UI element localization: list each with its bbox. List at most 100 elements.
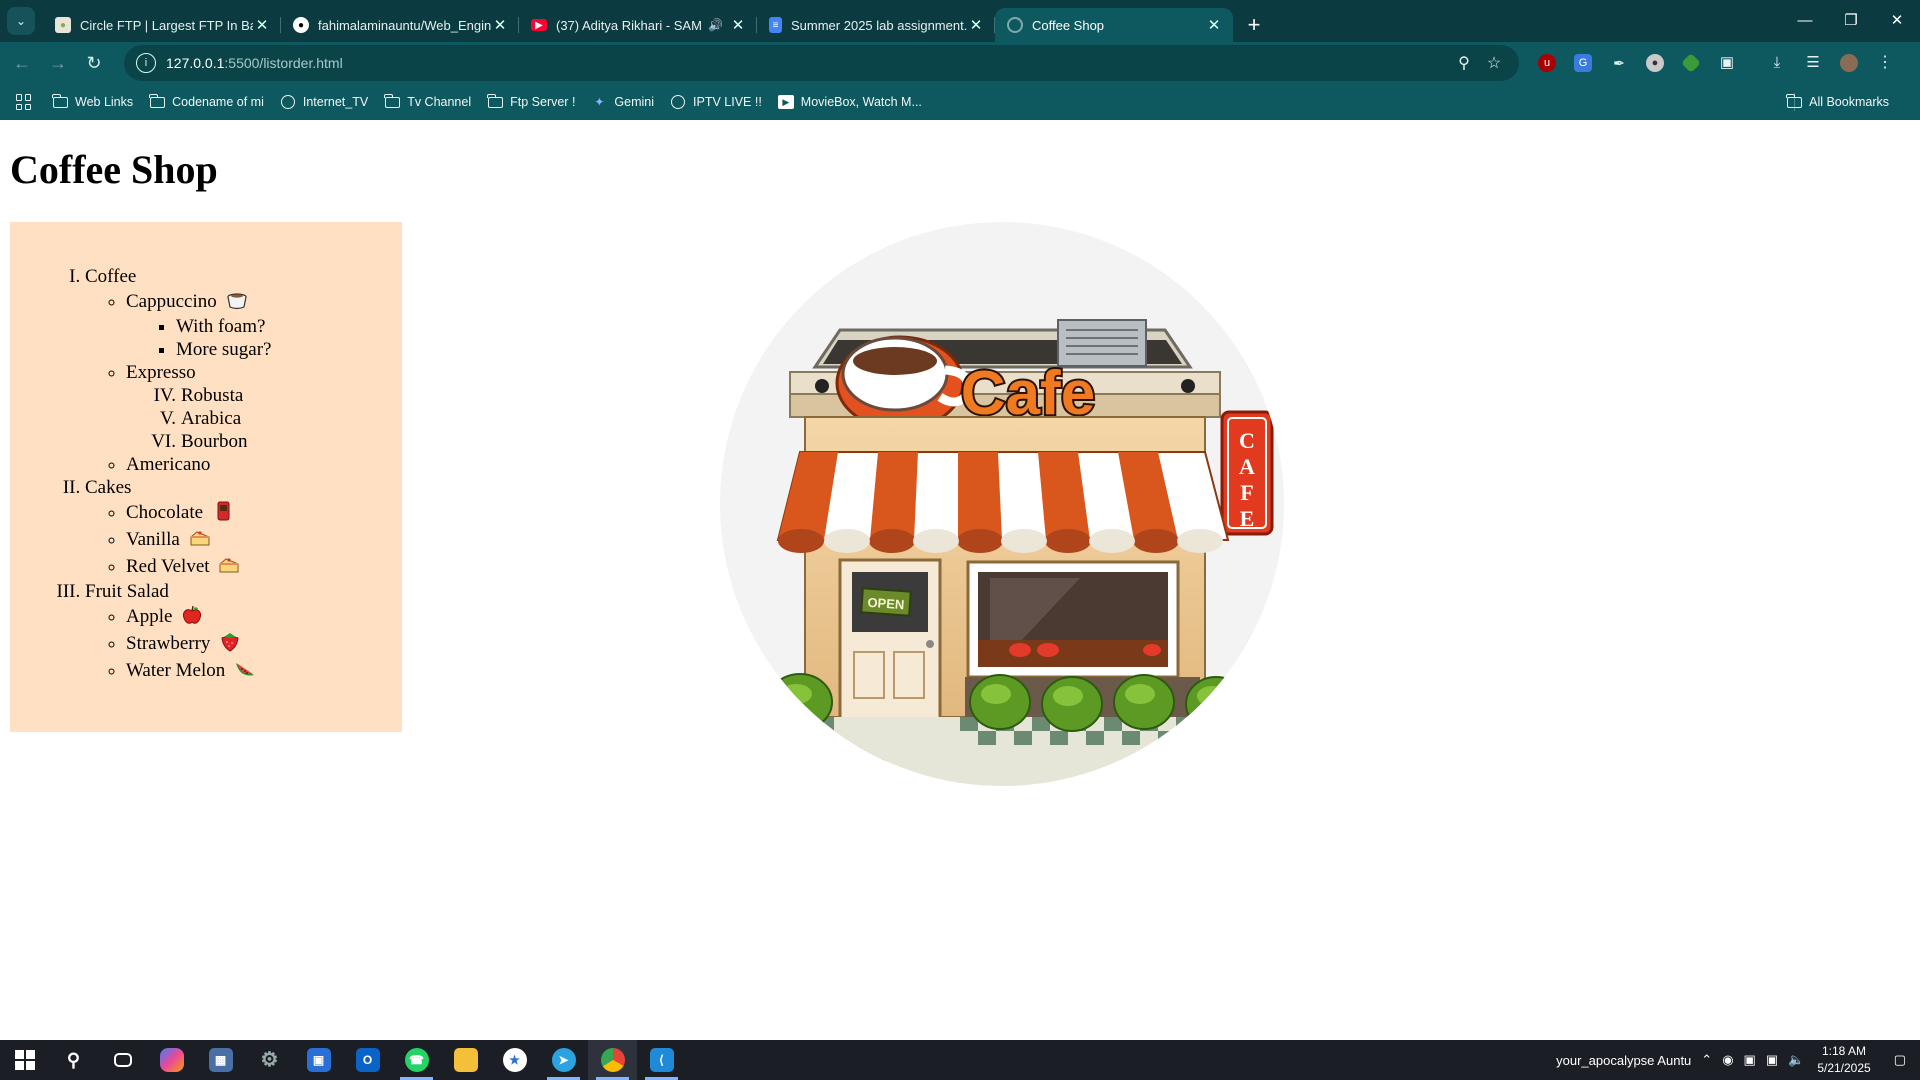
pen-extension[interactable]: ✒: [1601, 45, 1637, 81]
close-tab-icon[interactable]: ✕: [729, 16, 747, 34]
media-control-button[interactable]: ☰: [1795, 45, 1831, 81]
github-favicon-icon: ●: [293, 17, 309, 33]
vscode-app[interactable]: ⟨: [637, 1040, 686, 1080]
apps-grid-icon[interactable]: [16, 94, 32, 110]
side-sign-letter: E: [1240, 506, 1255, 531]
address-bar[interactable]: i 127.0.0.1:5500/listorder.html ⚲ ☆: [124, 45, 1519, 81]
close-tab-icon[interactable]: ✕: [253, 16, 271, 34]
profile-button[interactable]: [1831, 45, 1867, 81]
camera-icon[interactable]: ▣: [1744, 1052, 1756, 1068]
list-item: Red Velvet: [126, 553, 402, 580]
bookmark-tv-channel[interactable]: Tv Channel: [384, 93, 472, 109]
bookmark-web-links[interactable]: Web Links: [52, 93, 133, 109]
plus-icon: +: [1247, 12, 1261, 37]
close-tab-icon[interactable]: ✕: [1205, 16, 1223, 34]
translate-extension[interactable]: G: [1565, 45, 1601, 81]
tab-coffee-shop[interactable]: Coffee Shop ✕: [995, 8, 1233, 42]
app-launcher[interactable]: ★: [490, 1040, 539, 1080]
close-tab-icon[interactable]: ✕: [491, 16, 509, 34]
start-button[interactable]: [0, 1040, 49, 1080]
cakes-list: Chocolate Vanilla Red Velvet: [85, 499, 402, 580]
settings-app[interactable]: ⚙: [245, 1040, 294, 1080]
site-info-icon[interactable]: i: [136, 53, 156, 73]
extensions-button[interactable]: ▣: [1709, 45, 1745, 81]
list-item: Water Melon: [126, 657, 402, 684]
fruit-list: Apple Strawberry Water Melon: [85, 603, 402, 684]
list-marker: VI.: [151, 431, 176, 452]
bookmark-iptv[interactable]: IPTV LIVE !!: [670, 95, 762, 109]
system-tray: your_apocalypse Auntu ⌃ ◉ ▣ ▣ 🔈 1:18 AM …: [1551, 1040, 1920, 1080]
bookmark-moviebox[interactable]: ▶ MovieBox, Watch M...: [777, 95, 922, 109]
close-window-icon[interactable]: ✕: [1874, 0, 1920, 40]
whatsapp-icon: ☎: [404, 1048, 429, 1072]
list-item: Cakes Chocolate Vanilla Red Velvet: [85, 476, 402, 580]
new-tab-button[interactable]: +: [1237, 8, 1271, 42]
gemini-icon: ✦: [594, 95, 605, 109]
browser-toolbar: ← → ↻ i 127.0.0.1:5500/listorder.html ⚲ …: [0, 42, 1920, 84]
file-explorer-app[interactable]: [441, 1040, 490, 1080]
forward-button[interactable]: →: [40, 45, 76, 81]
clock[interactable]: 1:18 AM 5/21/2025: [1817, 1043, 1870, 1077]
strawberry-icon: [221, 633, 239, 652]
bookmark-label: Ftp Server !: [510, 95, 576, 109]
downloads-button[interactable]: ⤓: [1759, 45, 1795, 81]
windows-logo-icon: [14, 1050, 35, 1070]
tab-circle-ftp[interactable]: ● Circle FTP | Largest FTP In Bang ✕: [43, 8, 281, 42]
menu-button[interactable]: ⋮: [1867, 45, 1903, 81]
list-item: Strawberry: [126, 630, 402, 657]
tab-google-docs[interactable]: ≡ Summer 2025 lab assignment.d ✕: [757, 8, 995, 42]
store-app[interactable]: ▣: [294, 1040, 343, 1080]
copilot-app[interactable]: [147, 1040, 196, 1080]
green-extension[interactable]: [1673, 45, 1709, 81]
tab-title: (37) Aditya Rikhari - SAMJH: [556, 17, 703, 33]
whatsapp-app[interactable]: ☎: [392, 1040, 441, 1080]
reload-icon: ↻: [86, 52, 102, 73]
bookmark-gemini[interactable]: ✦ Gemini: [591, 95, 654, 109]
cake-slice-icon: [190, 531, 210, 546]
search-button[interactable]: ⚲: [49, 1040, 98, 1080]
telegram-app[interactable]: ➤: [539, 1040, 588, 1080]
bookmark-label: IPTV LIVE !!: [693, 95, 762, 109]
list-item: V. Arabica: [126, 407, 402, 430]
bookmark-codename[interactable]: Codename of mi: [149, 93, 264, 109]
back-button[interactable]: ←: [4, 45, 40, 81]
list-item: Cappuccino With foam? More sugar?: [126, 288, 402, 361]
bookmark-internet-tv[interactable]: Internet_TV: [280, 95, 368, 109]
ublock-extension[interactable]: u: [1529, 45, 1565, 81]
bookmark-label: Gemini: [614, 95, 655, 109]
star-app-icon: ★: [502, 1048, 527, 1072]
calculator-app[interactable]: ▦: [196, 1040, 245, 1080]
item-label: Arabica: [181, 408, 242, 429]
all-bookmarks-button[interactable]: All Bookmarks: [1786, 93, 1889, 109]
network-icon[interactable]: ▣: [1766, 1052, 1778, 1068]
list-marker: IV.: [153, 385, 176, 406]
shield-icon: ●: [1646, 54, 1664, 72]
close-tab-icon[interactable]: ✕: [967, 16, 985, 34]
bean-list: IV. Robusta V. Arabica VI. Bourbon: [126, 384, 402, 453]
side-sign-letter: C: [1239, 428, 1255, 453]
list-item: Americano: [126, 453, 402, 476]
bookmark-label: All Bookmarks: [1809, 95, 1889, 109]
notifications-icon[interactable]: ▢: [1894, 1052, 1906, 1068]
chrome-app[interactable]: [588, 1040, 637, 1080]
bookmark-ftp-server[interactable]: Ftp Server !: [487, 93, 576, 109]
bookmark-star-icon[interactable]: ☆: [1479, 53, 1509, 73]
chevron-up-icon[interactable]: ⌃: [1701, 1052, 1712, 1068]
coffee-list: Cappuccino With foam? More sugar? Expres…: [85, 288, 402, 476]
volume-icon[interactable]: 🔈: [1788, 1052, 1804, 1068]
tab-search-button[interactable]: ⌄: [7, 7, 35, 35]
tab-youtube[interactable]: ▶ (37) Aditya Rikhari - SAMJH 🔊 ✕: [519, 8, 757, 42]
restore-icon[interactable]: ❐: [1828, 0, 1874, 40]
extensions-area: u G ✒ ● ▣ ⤓ ☰ ⋮: [1529, 45, 1903, 81]
outlook-app[interactable]: O: [343, 1040, 392, 1080]
shield-extension[interactable]: ●: [1637, 45, 1673, 81]
speaker-icon[interactable]: 🔊: [708, 18, 723, 32]
zoom-icon[interactable]: ⚲: [1449, 53, 1479, 73]
playlist-icon: ☰: [1806, 54, 1820, 71]
reload-button[interactable]: ↻: [76, 45, 112, 81]
record-icon[interactable]: ◉: [1722, 1052, 1733, 1068]
task-view-button[interactable]: [98, 1040, 147, 1080]
bookmark-label: Tv Channel: [407, 95, 472, 109]
minimize-icon[interactable]: —: [1782, 0, 1828, 40]
tab-github[interactable]: ● fahimalaminauntu/Web_Engine ✕: [281, 8, 519, 42]
